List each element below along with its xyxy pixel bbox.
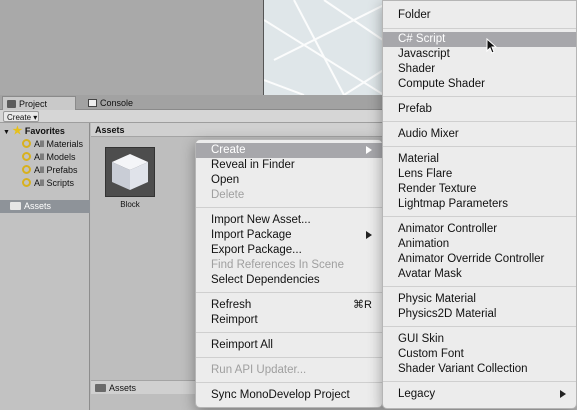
submenu-item-javascript[interactable]: Javascript bbox=[383, 47, 576, 62]
menu-separator bbox=[196, 332, 382, 333]
console-icon bbox=[88, 99, 97, 107]
submenu-item-prefab[interactable]: Prefab bbox=[383, 102, 576, 117]
submenu-item-animator-controller[interactable]: Animator Controller bbox=[383, 222, 576, 237]
tree-item-all-scripts[interactable]: All Scripts bbox=[22, 177, 74, 190]
submenu-item-gui-skin[interactable]: GUI Skin bbox=[383, 332, 576, 347]
menu-item-export-package[interactable]: Export Package... bbox=[196, 243, 382, 258]
tree-item-label: All Models bbox=[34, 152, 76, 162]
menu-separator bbox=[383, 146, 576, 147]
menu-shortcut: ⌘R bbox=[353, 299, 372, 311]
submenu-item-csharp-script[interactable]: C# Script bbox=[383, 32, 576, 47]
menu-item-refresh[interactable]: Refresh ⌘R bbox=[196, 298, 382, 313]
menu-item-label: Create bbox=[211, 144, 246, 156]
menu-item-create[interactable]: Create bbox=[196, 143, 382, 158]
tab-project-label: Project bbox=[19, 99, 48, 109]
submenu-item-folder[interactable]: Folder bbox=[383, 8, 576, 23]
menu-item-reveal-in-finder[interactable]: Reveal in Finder bbox=[196, 158, 382, 173]
create-dropdown-button[interactable]: Create ▾ bbox=[3, 111, 39, 122]
menu-separator bbox=[383, 121, 576, 122]
menu-item-reimport-all[interactable]: Reimport All bbox=[196, 338, 382, 353]
block-asset-label[interactable]: Block bbox=[105, 200, 155, 209]
menu-item-label: Refresh bbox=[211, 299, 252, 311]
submenu-item-lens-flare[interactable]: Lens Flare bbox=[383, 167, 576, 182]
submenu-item-shader[interactable]: Shader bbox=[383, 62, 576, 77]
folder-icon bbox=[95, 384, 106, 392]
submenu-item-lightmap-parameters[interactable]: Lightmap Parameters bbox=[383, 197, 576, 212]
tree-item-label: All Prefabs bbox=[34, 165, 78, 175]
star-icon: ★ bbox=[12, 125, 23, 137]
tree-assets-label: Assets bbox=[24, 201, 52, 211]
menu-separator bbox=[383, 28, 576, 29]
assets-footer-label: Assets bbox=[109, 383, 137, 393]
tree-item-label: All Materials bbox=[34, 139, 84, 149]
tab-console-label: Console bbox=[100, 98, 134, 108]
mouse-cursor-icon bbox=[486, 37, 498, 59]
submenu-item-legacy[interactable]: Legacy bbox=[383, 387, 576, 402]
menu-separator bbox=[383, 286, 576, 287]
menu-separator bbox=[383, 96, 576, 97]
tree-favorites[interactable]: ▼ ★ Favorites bbox=[3, 125, 65, 138]
submenu-item-avatar-mask[interactable]: Avatar Mask bbox=[383, 267, 576, 282]
menu-item-reimport[interactable]: Reimport bbox=[196, 313, 382, 328]
menu-item-label: Import Package bbox=[211, 229, 292, 241]
search-icon bbox=[22, 178, 31, 187]
submenu-item-material[interactable]: Material bbox=[383, 152, 576, 167]
submenu-item-compute-shader[interactable]: Compute Shader bbox=[383, 77, 576, 92]
context-menu: Create Reveal in Finder Open Delete Impo… bbox=[195, 139, 383, 408]
expand-arrow-icon[interactable]: ▼ bbox=[3, 129, 10, 136]
submenu-item-physic-material[interactable]: Physic Material bbox=[383, 292, 576, 307]
menu-item-select-dependencies[interactable]: Select Dependencies bbox=[196, 273, 382, 288]
search-icon bbox=[22, 165, 31, 174]
menu-item-open[interactable]: Open bbox=[196, 173, 382, 188]
tree-item-assets[interactable]: Assets bbox=[0, 200, 90, 213]
submenu-item-animator-override-controller[interactable]: Animator Override Controller bbox=[383, 252, 576, 267]
menu-item-import-new-asset[interactable]: Import New Asset... bbox=[196, 213, 382, 228]
submenu-item-physics2d-material[interactable]: Physics2D Material bbox=[383, 307, 576, 322]
project-tree: ▼ ★ Favorites All Materials All Models A… bbox=[0, 123, 90, 410]
folder-icon bbox=[7, 100, 16, 108]
menu-item-delete: Delete bbox=[211, 189, 245, 201]
tree-item-all-materials[interactable]: All Materials bbox=[22, 138, 83, 151]
menu-separator bbox=[196, 292, 382, 293]
tree-item-all-prefabs[interactable]: All Prefabs bbox=[22, 164, 78, 177]
folder-icon bbox=[10, 202, 21, 210]
tab-console[interactable]: Console bbox=[84, 96, 154, 110]
block-asset-thumbnail[interactable] bbox=[105, 147, 155, 197]
submenu-arrow-icon bbox=[366, 146, 372, 154]
menu-separator bbox=[383, 381, 576, 382]
submenu-item-render-texture[interactable]: Render Texture bbox=[383, 182, 576, 197]
tree-item-label: All Scripts bbox=[34, 178, 75, 188]
submenu-item-custom-font[interactable]: Custom Font bbox=[383, 347, 576, 362]
menu-separator bbox=[383, 326, 576, 327]
menu-separator bbox=[383, 216, 576, 217]
create-submenu: Folder C# Script Javascript Shader Compu… bbox=[382, 0, 577, 409]
menu-separator bbox=[196, 207, 382, 208]
submenu-item-shader-variant-collection[interactable]: Shader Variant Collection bbox=[383, 362, 576, 377]
tree-favorites-label: Favorites bbox=[24, 126, 65, 136]
menu-item-find-references: Find References In Scene bbox=[211, 259, 344, 271]
submenu-item-audio-mixer[interactable]: Audio Mixer bbox=[383, 127, 576, 142]
menu-item-run-api-updater: Run API Updater... bbox=[211, 364, 307, 376]
submenu-arrow-icon bbox=[366, 231, 372, 239]
search-icon bbox=[22, 139, 31, 148]
menu-separator bbox=[196, 357, 382, 358]
submenu-item-animation[interactable]: Animation bbox=[383, 237, 576, 252]
menu-item-sync-monodevelop[interactable]: Sync MonoDevelop Project bbox=[196, 388, 382, 403]
search-icon bbox=[22, 152, 31, 161]
cube-icon bbox=[112, 154, 148, 190]
tab-project[interactable]: Project bbox=[2, 96, 76, 110]
menu-item-label: Legacy bbox=[398, 388, 436, 400]
menu-separator bbox=[196, 382, 382, 383]
menu-item-import-package[interactable]: Import Package bbox=[196, 228, 382, 243]
submenu-arrow-icon bbox=[560, 390, 566, 398]
tree-item-all-models[interactable]: All Models bbox=[22, 151, 76, 164]
